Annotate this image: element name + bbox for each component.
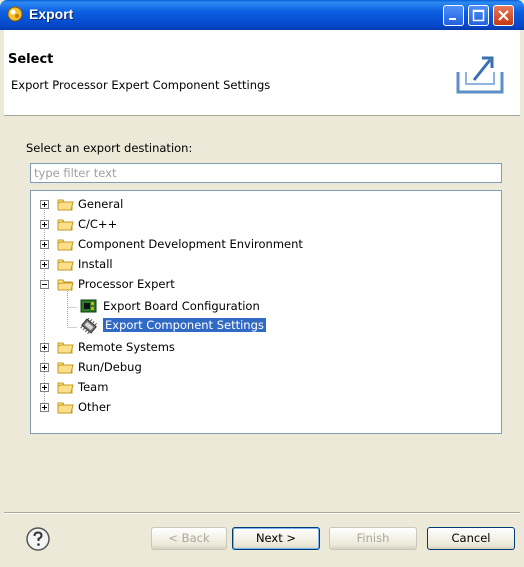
tree-item-run-debug[interactable]: Run/Debug (31, 358, 501, 377)
folder-icon (57, 402, 74, 414)
help-icon[interactable] (25, 526, 51, 552)
board-icon (80, 299, 97, 313)
folder-icon (57, 219, 74, 231)
wizard-header: Select Export Processor Expert Component… (4, 30, 520, 116)
folder-icon (57, 259, 74, 271)
tree-item-label: Export Board Configuration (103, 299, 260, 313)
tree-item-team[interactable]: Team (31, 378, 501, 397)
filter-field[interactable] (30, 163, 502, 183)
expand-icon[interactable] (40, 220, 49, 229)
eclipse-icon (7, 6, 23, 22)
component-icon (80, 318, 97, 335)
folder-icon (57, 199, 74, 211)
tree-item-label: Other (78, 400, 111, 414)
tree-item-export-component-settings[interactable]: Export Component Settings (31, 317, 501, 336)
tree-item-label: Team (78, 380, 109, 394)
page-title: Select (8, 52, 54, 67)
expand-icon[interactable] (40, 383, 49, 392)
destination-label: Select an export destination: (26, 141, 193, 155)
close-button[interactable] (493, 5, 514, 26)
collapse-icon[interactable] (40, 280, 49, 289)
finish-button[interactable]: Finish (329, 527, 417, 550)
folder-open-icon (57, 279, 74, 291)
page-description: Export Processor Expert Component Settin… (11, 78, 271, 92)
button-bar-separator (4, 512, 520, 514)
destination-tree[interactable]: General C/C++ Component Development Envi… (30, 190, 502, 434)
expand-icon[interactable] (40, 200, 49, 209)
folder-icon (57, 382, 74, 394)
expand-icon[interactable] (40, 260, 49, 269)
back-button[interactable]: < Back (151, 527, 227, 550)
tree-item-component-development-environment[interactable]: Component Development Environment (31, 235, 501, 254)
expand-icon[interactable] (40, 240, 49, 249)
folder-icon (57, 239, 74, 251)
tree-item-export-board-configuration[interactable]: Export Board Configuration (31, 297, 501, 316)
folder-icon (57, 362, 74, 374)
expand-icon[interactable] (40, 403, 49, 412)
export-wizard-icon (454, 48, 506, 99)
tree-item-label: C/C++ (78, 217, 118, 231)
tree-item-cpp[interactable]: C/C++ (31, 215, 501, 234)
tree-item-label: Install (78, 257, 113, 271)
expand-icon[interactable] (40, 343, 49, 352)
tree-item-remote-systems[interactable]: Remote Systems (31, 338, 501, 357)
minimize-button[interactable] (443, 5, 464, 26)
cancel-button[interactable]: Cancel (427, 527, 515, 550)
tree-item-processor-expert[interactable]: Processor Expert (31, 275, 501, 294)
next-button[interactable]: Next > (232, 527, 320, 550)
tree-item-label: Processor Expert (78, 277, 175, 291)
tree-item-general[interactable]: General (31, 195, 501, 214)
tree-item-install[interactable]: Install (31, 255, 501, 274)
title-bar[interactable]: Export (0, 0, 524, 30)
folder-icon (57, 342, 74, 354)
expand-icon[interactable] (40, 363, 49, 372)
filter-input[interactable] (34, 165, 496, 181)
tree-item-label: Export Component Settings (103, 318, 266, 332)
tree-item-other[interactable]: Other (31, 398, 501, 417)
tree-item-label: General (78, 197, 124, 211)
tree-item-label: Remote Systems (78, 340, 175, 354)
window-title: Export (29, 6, 74, 22)
tree-item-label: Run/Debug (78, 360, 142, 374)
export-dialog: Export Select Export Processor Expert Co… (0, 0, 524, 567)
tree-item-label: Component Development Environment (78, 237, 303, 251)
maximize-button[interactable] (468, 5, 489, 26)
